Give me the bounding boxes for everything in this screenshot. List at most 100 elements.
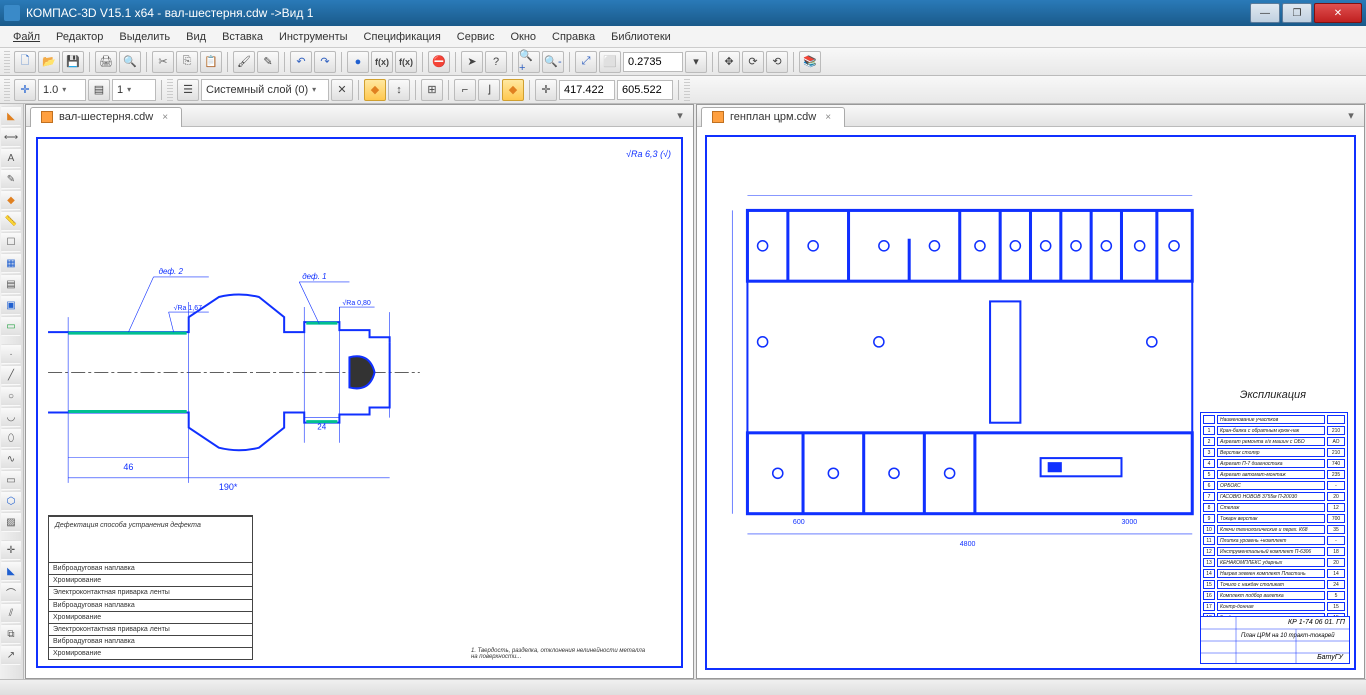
orbit-button[interactable]: ⟳	[742, 51, 764, 73]
extend-icon[interactable]: ↗	[1, 645, 21, 665]
edit-icon[interactable]: ✎	[1, 169, 21, 189]
lib-button[interactable]: 📚	[799, 51, 821, 73]
cut-button[interactable]: ✂	[152, 51, 174, 73]
copy-button[interactable]: ⎘	[176, 51, 198, 73]
layer-clear-button[interactable]: ✕	[331, 79, 353, 101]
coordy-input[interactable]	[617, 80, 673, 100]
tab-dropdown[interactable]: ▾	[1342, 109, 1360, 122]
fx-button[interactable]: f(x)	[371, 51, 393, 73]
tab-right[interactable]: генплан црм.cdw ×	[701, 107, 845, 127]
line-icon[interactable]: ╱	[1, 365, 21, 385]
angle-button[interactable]: ⌋	[478, 79, 500, 101]
hatch-icon[interactable]: ▨	[1, 512, 21, 532]
zoom-input[interactable]	[623, 52, 683, 72]
menu-select[interactable]: Выделить	[112, 29, 177, 45]
maximize-button[interactable]: ❐	[1282, 3, 1312, 23]
toolbar-grip-2[interactable]	[4, 79, 10, 101]
mode1-button[interactable]: ◆	[364, 79, 386, 101]
report-icon[interactable]: ▤	[1, 274, 21, 294]
preview-button[interactable]: 🔍	[119, 51, 141, 73]
mode2-button[interactable]: ↕	[388, 79, 410, 101]
menu-file[interactable]: Файл	[6, 29, 47, 45]
svg-text:4800: 4800	[960, 541, 976, 548]
arc-icon[interactable]: ◡	[1, 407, 21, 427]
ortho-button[interactable]: ⌐	[454, 79, 476, 101]
tab-left[interactable]: вал-шестерня.cdw ×	[30, 107, 182, 127]
snap2-button[interactable]: ◆	[502, 79, 524, 101]
layermgr-button[interactable]: ☰	[177, 79, 199, 101]
tab-close-icon[interactable]: ×	[822, 111, 834, 123]
grid-button[interactable]: ⊞	[421, 79, 443, 101]
undo-button[interactable]: ↶	[290, 51, 312, 73]
coord-icon: ✛	[535, 79, 557, 101]
menu-libs[interactable]: Библиотеки	[604, 29, 678, 45]
param-icon[interactable]: ◆	[1, 190, 21, 210]
toolbar-grip-3[interactable]	[167, 79, 173, 101]
zoomin-button[interactable]: 🔍+	[518, 51, 540, 73]
tab-dropdown[interactable]: ▾	[671, 109, 689, 122]
zoomdrop-button[interactable]: ▾	[685, 51, 707, 73]
menu-window[interactable]: Окно	[503, 29, 543, 45]
open-button[interactable]: 📂	[38, 51, 60, 73]
props-button[interactable]: ✎	[257, 51, 279, 73]
legend-table: Наименование участков1Кран-балка с обрат…	[1200, 412, 1348, 636]
toolbar-grip-4[interactable]	[684, 79, 690, 101]
menu-help[interactable]: Справка	[545, 29, 602, 45]
zoomout-button[interactable]: 🔍-	[542, 51, 564, 73]
stop-button[interactable]: ⛔	[428, 51, 450, 73]
view-icon[interactable]: ▭	[1, 316, 21, 336]
circle-icon[interactable]: ○	[1, 386, 21, 406]
menu-view[interactable]: Вид	[179, 29, 213, 45]
pan-button[interactable]: ✥	[718, 51, 740, 73]
measure-icon[interactable]: 📏	[1, 211, 21, 231]
zoomfit-button[interactable]: ⤢	[575, 51, 597, 73]
text-icon[interactable]: A	[1, 148, 21, 168]
offset-icon[interactable]: ⫽	[1, 603, 21, 623]
insert-icon[interactable]: ▣	[1, 295, 21, 315]
canvas-right[interactable]: 4800 600 3000 Экспликация Наименование у…	[697, 127, 1364, 678]
help-cursor-button[interactable]: ?	[485, 51, 507, 73]
note-block: Дефектация способа устранения дефекта Ви…	[48, 515, 253, 660]
chamfer-icon[interactable]: ◣	[1, 561, 21, 581]
arrow-button[interactable]: ➤	[461, 51, 483, 73]
spline-icon[interactable]: ∿	[1, 449, 21, 469]
close-button[interactable]: ✕	[1314, 3, 1362, 23]
point-icon[interactable]: ·	[1, 344, 21, 364]
toolbar-grip[interactable]	[4, 51, 10, 73]
tab-close-icon[interactable]: ×	[159, 111, 171, 123]
layernum-dropdown[interactable]: 1	[112, 79, 156, 101]
vars-button[interactable]: ●	[347, 51, 369, 73]
axis-icon[interactable]: ✛	[1, 540, 21, 560]
menu-tools[interactable]: Инструменты	[272, 29, 355, 45]
rect-icon[interactable]: ▭	[1, 470, 21, 490]
select-icon[interactable]: ☐	[1, 232, 21, 252]
layer-icon[interactable]: ▤	[88, 79, 110, 101]
fillet-icon[interactable]: ⌒	[1, 582, 21, 602]
new-button[interactable]: 🗋	[14, 51, 36, 73]
snap-button[interactable]: ✛	[14, 79, 36, 101]
minimize-button[interactable]: —	[1250, 3, 1280, 23]
menu-edit[interactable]: Редактор	[49, 29, 110, 45]
poly-icon[interactable]: ⬡	[1, 491, 21, 511]
save-button[interactable]: 💾	[62, 51, 84, 73]
fx2-button[interactable]: f(x)	[395, 51, 417, 73]
layername-dropdown[interactable]: Системный слой (0)	[201, 79, 329, 101]
menu-service[interactable]: Сервис	[450, 29, 502, 45]
redo-button[interactable]: ↷	[314, 51, 336, 73]
scale-dropdown[interactable]: 1.0	[38, 79, 86, 101]
dim-icon[interactable]: ⟷	[1, 127, 21, 147]
print-button[interactable]: 🖨	[95, 51, 117, 73]
geom-icon[interactable]: ◣	[1, 106, 21, 126]
menubar: Файл Редактор Выделить Вид Вставка Инстр…	[0, 26, 1366, 48]
redraw-button[interactable]: ⟲	[766, 51, 788, 73]
spec-icon[interactable]: ▦	[1, 253, 21, 273]
zoomwin-button[interactable]: ⬜	[599, 51, 621, 73]
menu-insert[interactable]: Вставка	[215, 29, 270, 45]
ellipse-icon[interactable]: ⬯	[1, 428, 21, 448]
collect-icon[interactable]: ⧉	[1, 624, 21, 644]
canvas-left[interactable]: √Ra 6,3 (√)	[26, 127, 693, 678]
menu-spec[interactable]: Спецификация	[357, 29, 448, 45]
paste-button[interactable]: 📋	[200, 51, 222, 73]
brush-button[interactable]: 🖌	[233, 51, 255, 73]
coordx-input[interactable]	[559, 80, 615, 100]
